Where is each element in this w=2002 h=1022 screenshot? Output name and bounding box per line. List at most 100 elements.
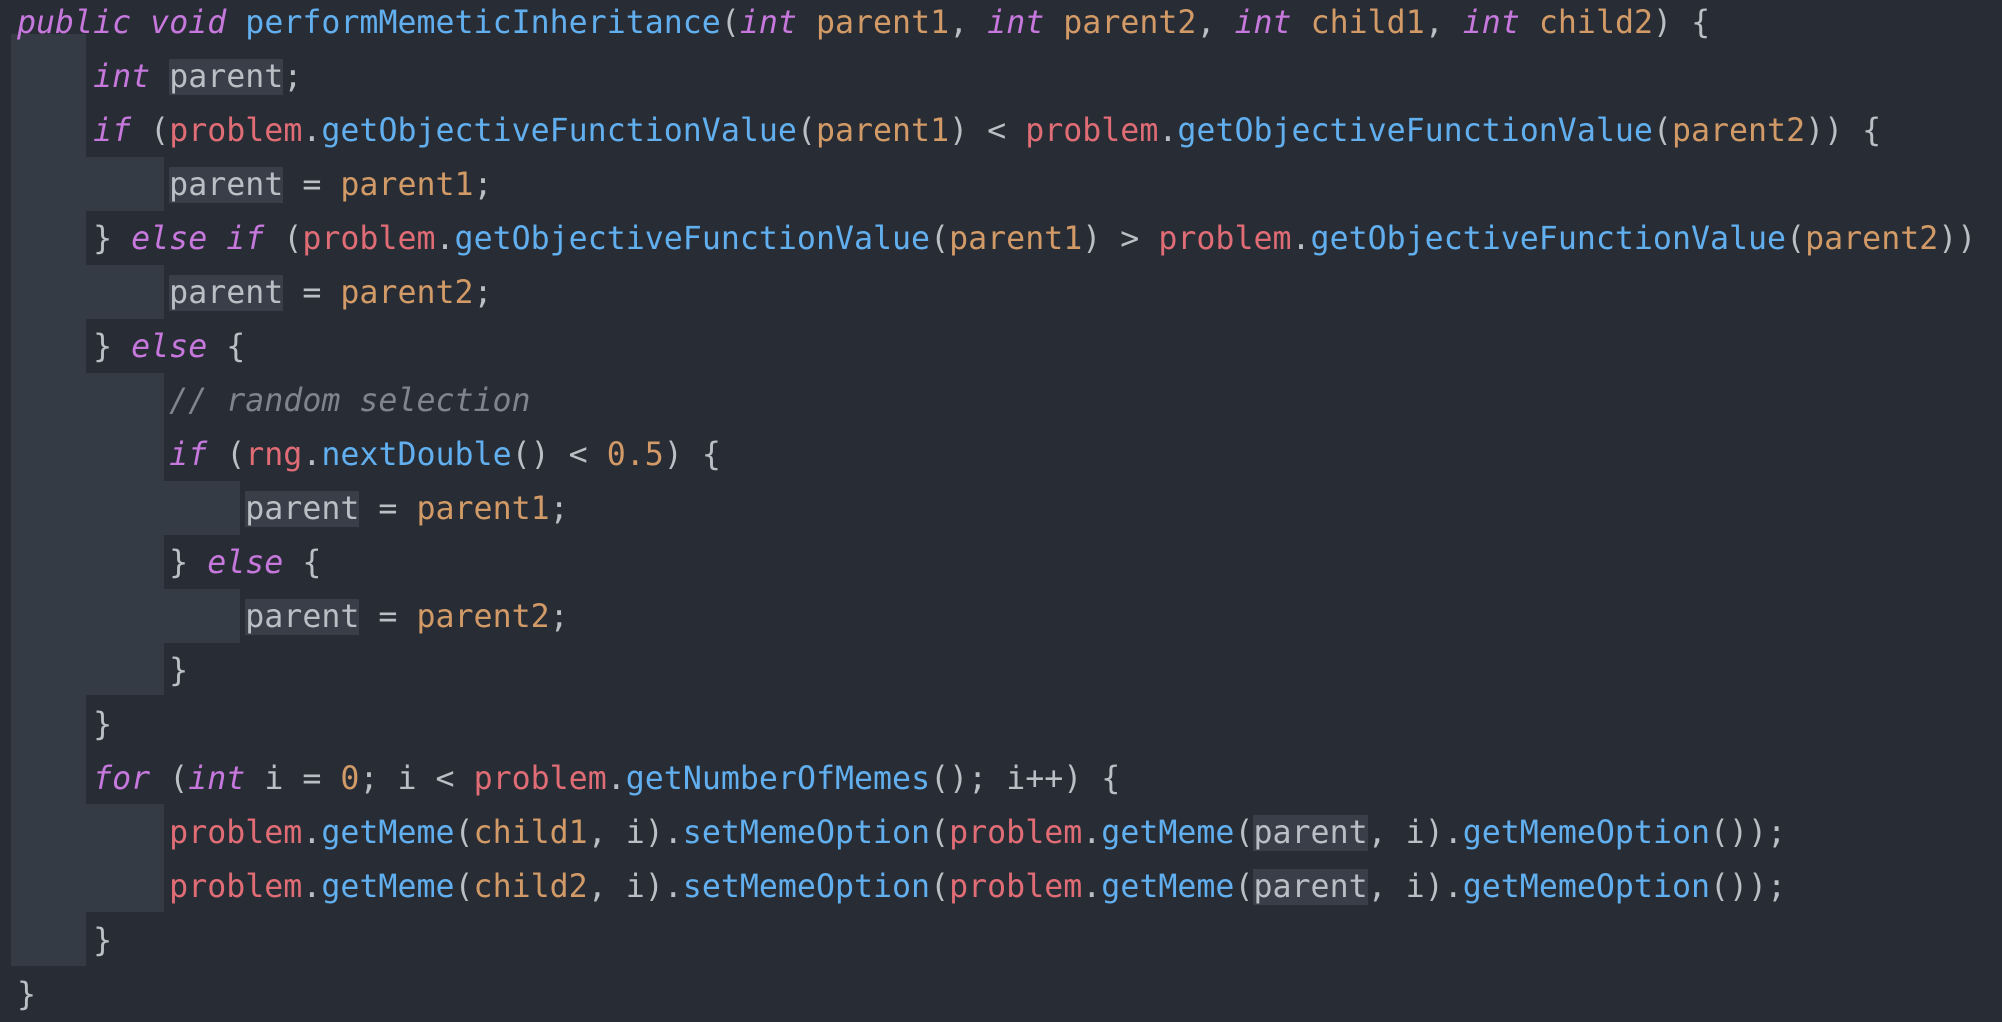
- code-token: .: [606, 761, 626, 797]
- field-token: problem: [302, 221, 436, 257]
- code-line-16[interactable]: problem.getMeme(child1, i).setMemeOption…: [17, 806, 1786, 860]
- code-token: (: [454, 815, 474, 851]
- code-line-10[interactable]: parent = parent1;: [17, 482, 569, 536]
- keyword-token: else: [207, 545, 284, 581]
- code-line-17[interactable]: problem.getMeme(child2, i).setMemeOption…: [17, 860, 1786, 914]
- code-line-9[interactable]: if (rng.nextDouble() < 0.5) {: [17, 428, 721, 482]
- code-token: }: [17, 221, 132, 257]
- code-token: parent: [1253, 815, 1368, 851]
- code-token: (); i++) {: [930, 761, 1121, 797]
- code-token: }: [17, 923, 113, 959]
- code-line-5[interactable]: } else if (problem.getObjectiveFunctionV…: [17, 212, 1976, 266]
- keyword-token: if: [169, 437, 208, 473]
- code-line-4[interactable]: parent = parent1;: [17, 158, 493, 212]
- code-line-8[interactable]: // random selection: [17, 374, 531, 428]
- code-line-7[interactable]: } else {: [17, 320, 245, 374]
- code-token: ;: [283, 59, 303, 95]
- code-token: parent: [169, 275, 284, 311]
- code-token: (: [207, 437, 246, 473]
- field-token: problem: [169, 113, 303, 149]
- code-token: ;: [473, 167, 493, 203]
- code-token: .: [1291, 221, 1311, 257]
- parameter-token: parent2: [340, 275, 474, 311]
- code-line-3[interactable]: if (problem.getObjectiveFunctionValue(pa…: [17, 104, 1881, 158]
- parameter-token: parent1: [815, 5, 950, 41]
- method-token: getObjectiveFunctionValue: [454, 221, 931, 257]
- code-token: parent: [169, 59, 284, 95]
- field-token: problem: [949, 815, 1083, 851]
- code-token: (: [150, 761, 189, 797]
- keyword-token: int: [188, 761, 246, 797]
- field-token: problem: [473, 761, 607, 797]
- code-token: , i).: [1367, 815, 1463, 851]
- comment-token: // random selection: [169, 383, 531, 419]
- code-line-6[interactable]: parent = parent2;: [17, 266, 493, 320]
- code-line-19[interactable]: }: [17, 968, 36, 1022]
- code-token: }: [17, 653, 189, 689]
- code-token: parent: [1253, 869, 1368, 905]
- code-token: i =: [245, 761, 341, 797]
- code-line-2[interactable]: int parent;: [17, 50, 302, 104]
- code-line-15[interactable]: for (int i = 0; i < problem.getNumberOfM…: [17, 752, 1120, 806]
- code-token: }: [17, 707, 113, 743]
- number-token: 0: [340, 761, 360, 797]
- code-token: {: [207, 329, 246, 365]
- code-line-18[interactable]: }: [17, 914, 112, 968]
- code-token: (: [930, 815, 950, 851]
- code-token: =: [283, 167, 341, 203]
- code-token: =: [283, 275, 341, 311]
- code-token: .: [302, 869, 322, 905]
- code-line-1[interactable]: public void performMemeticInheritance(in…: [17, 0, 1710, 50]
- code-token: ;: [473, 275, 493, 311]
- code-token: ());: [1710, 815, 1787, 851]
- code-token: .: [302, 437, 322, 473]
- code-token: parent: [169, 167, 284, 203]
- code-token: (: [796, 113, 816, 149]
- code-line-13[interactable]: }: [17, 644, 188, 698]
- parameter-token: parent2: [1063, 5, 1197, 41]
- method-token: getMemeOption: [1462, 869, 1711, 905]
- code-token: , i).: [587, 869, 683, 905]
- code-token: (: [1652, 113, 1672, 149]
- keyword-token: int: [1462, 5, 1520, 41]
- code-token: (: [930, 869, 950, 905]
- code-token: .: [1158, 113, 1178, 149]
- parameter-token: child2: [473, 869, 588, 905]
- field-token: problem: [1025, 113, 1159, 149]
- code-token: (: [1786, 221, 1806, 257]
- keyword-token: int: [987, 5, 1045, 41]
- code-token: ) <: [949, 113, 1026, 149]
- code-token: (: [454, 869, 474, 905]
- field-token: problem: [1158, 221, 1292, 257]
- code-token: ) >: [1082, 221, 1159, 257]
- parameter-token: child2: [1538, 5, 1654, 41]
- code-editor[interactable]: public void performMemeticInheritance(in…: [0, 0, 2002, 1022]
- code-token: =: [359, 599, 417, 635]
- keyword-token: if: [93, 113, 132, 149]
- code-line-11[interactable]: } else {: [17, 536, 321, 590]
- parameter-token: parent2: [416, 599, 550, 635]
- field-token: problem: [169, 869, 303, 905]
- keyword-token: else: [131, 221, 208, 257]
- keyword-token: for: [93, 761, 151, 797]
- code-token: ) {: [1653, 5, 1711, 41]
- code-line-14[interactable]: }: [17, 698, 112, 752]
- code-token: )) {: [1805, 113, 1882, 149]
- method-token: getObjectiveFunctionValue: [321, 113, 797, 149]
- code-line-12[interactable]: parent = parent2;: [17, 590, 569, 644]
- code-token: }: [17, 977, 37, 1013]
- code-token: ;: [549, 599, 569, 635]
- method-token: performMemeticInheritance: [245, 5, 721, 41]
